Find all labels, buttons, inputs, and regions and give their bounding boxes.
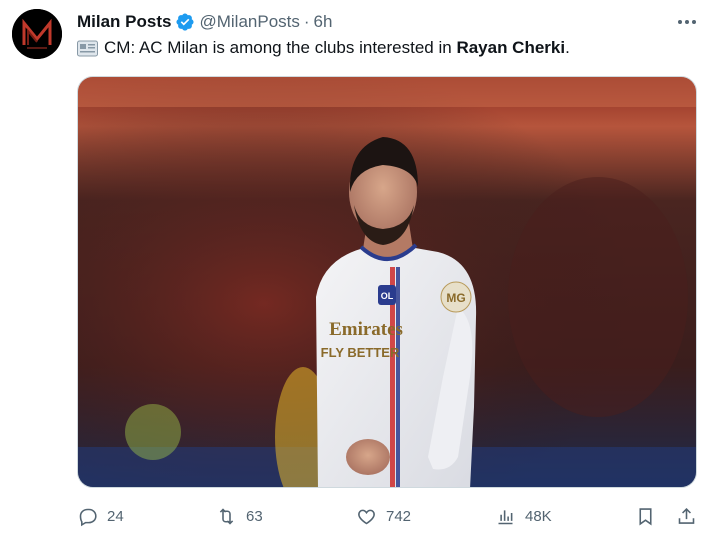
bookmark-button[interactable] bbox=[635, 502, 656, 530]
views-button[interactable]: 48K bbox=[495, 502, 552, 530]
bookmark-icon bbox=[639, 507, 652, 525]
share-button[interactable] bbox=[676, 502, 697, 530]
tweet-text-bold: Rayan Cherki bbox=[456, 38, 566, 57]
like-count: 742 bbox=[386, 507, 412, 525]
view-count: 48K bbox=[525, 507, 552, 525]
verified-badge-icon bbox=[175, 12, 195, 32]
tweet-media-photo[interactable]: OL MG Emirates FLY BETTER bbox=[77, 76, 697, 488]
shirt-sponsor-line1: Emirates bbox=[329, 319, 403, 340]
tweet-text: CM: AC Milan is among the clubs interest… bbox=[77, 36, 570, 60]
sleeve-logo-text: MG bbox=[446, 291, 465, 305]
share-icon bbox=[678, 507, 695, 524]
author-name[interactable]: Milan Posts bbox=[77, 12, 171, 32]
tweet-text-prefix: CM: AC Milan is among the clubs interest… bbox=[104, 38, 457, 57]
like-icon bbox=[358, 509, 375, 524]
repost-button[interactable]: 63 bbox=[216, 502, 263, 530]
tweet-text-suffix: . bbox=[565, 38, 570, 57]
like-button[interactable]: 742 bbox=[356, 502, 411, 530]
timestamp[interactable]: 6h bbox=[314, 12, 333, 32]
tweet-actions: 24 63 742 48K bbox=[77, 502, 697, 530]
repost-count: 63 bbox=[246, 507, 263, 525]
views-icon bbox=[498, 509, 513, 524]
tweet-header: Milan Posts @MilanPosts · 6h bbox=[77, 11, 332, 33]
shirt-sponsor-line2: FLY BETTER bbox=[321, 345, 400, 360]
avatar[interactable] bbox=[12, 9, 62, 59]
tweet[interactable]: Milan Posts @MilanPosts · 6h CM: AC Mila… bbox=[0, 0, 720, 534]
more-icon[interactable] bbox=[676, 12, 698, 32]
author-handle[interactable]: @MilanPosts bbox=[199, 12, 299, 32]
repost-icon bbox=[219, 507, 234, 525]
newspaper-icon bbox=[77, 40, 98, 57]
separator-dot: · bbox=[303, 12, 310, 31]
reply-count: 24 bbox=[107, 507, 124, 525]
reply-icon bbox=[79, 508, 97, 526]
shirt-badge-text: OL bbox=[381, 291, 394, 301]
reply-button[interactable]: 24 bbox=[77, 502, 124, 530]
